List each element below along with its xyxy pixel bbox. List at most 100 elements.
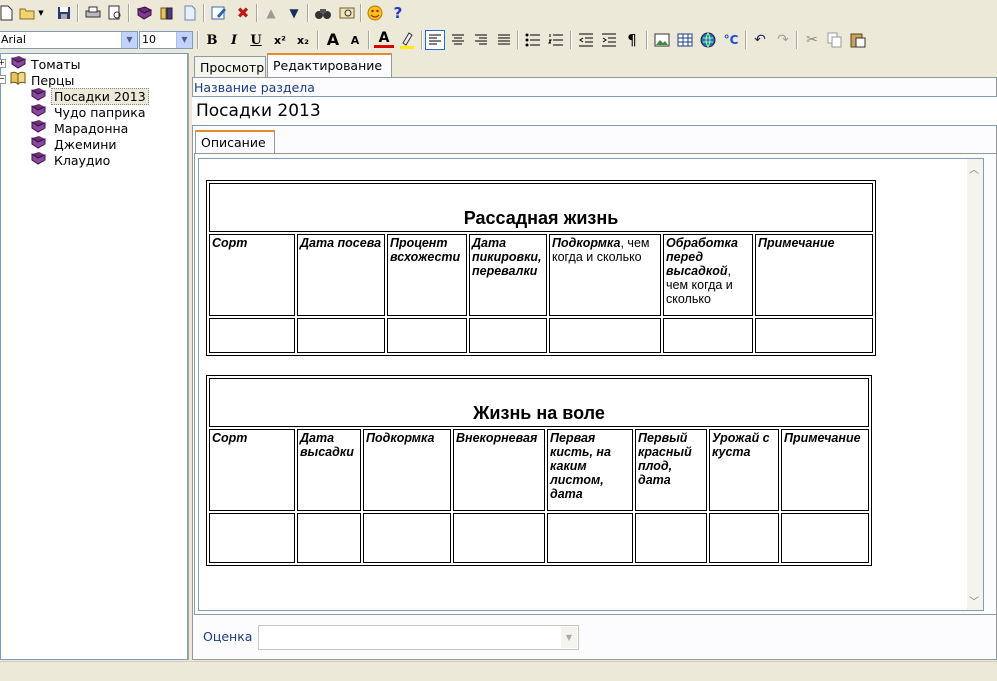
tree-item-posadki-2013[interactable]: Посадки 2013 <box>29 87 149 105</box>
book-icon[interactable] <box>134 3 154 23</box>
copy-icon[interactable] <box>825 30 845 50</box>
grow-font-button[interactable]: A <box>323 30 343 50</box>
rating-combo[interactable]: ▼ <box>258 625 579 650</box>
bullet-list-icon[interactable] <box>523 30 543 50</box>
align-right-icon[interactable] <box>471 30 491 50</box>
tree-item-klaudio[interactable]: Клаудио <box>29 151 110 168</box>
help-icon[interactable]: ? <box>388 3 408 23</box>
header-text: Сорт <box>212 431 248 445</box>
scroll-down-icon[interactable]: ﹀ <box>969 593 979 608</box>
cut-icon[interactable]: ✂ <box>802 30 822 50</box>
rich-text-editor[interactable]: ︿ ﹀ Рассадная жизнь Сорт Дата посева Про… <box>198 158 984 611</box>
align-justify-icon[interactable] <box>494 30 514 50</box>
tab-edit[interactable]: Редактирование <box>267 53 392 78</box>
table-zhizn-na-vole[interactable]: Жизнь на воле Сорт Дата высадки Подкормк… <box>206 375 872 566</box>
table-rassadnaya-zhizn[interactable]: Рассадная жизнь Сорт Дата посева Процент… <box>206 180 876 356</box>
open-folder-icon[interactable] <box>18 3 38 23</box>
toolbar-separator <box>421 31 423 49</box>
chevron-down-icon[interactable]: ▼ <box>121 32 137 48</box>
table-cell[interactable] <box>297 318 385 353</box>
superscript-button[interactable]: x² <box>270 30 290 50</box>
italic-button[interactable]: I <box>224 30 244 50</box>
table-cell[interactable] <box>547 513 633 563</box>
print-preview-icon[interactable] <box>105 3 125 23</box>
insert-image-icon[interactable] <box>652 30 672 50</box>
header-text: Первая кисть, на каким листом, дата <box>550 431 611 501</box>
bold-button[interactable]: B <box>202 30 222 50</box>
tree-expander[interactable]: − <box>0 75 6 84</box>
table-cell[interactable] <box>635 513 707 563</box>
table-cell[interactable] <box>469 318 547 353</box>
table-cell[interactable] <box>363 513 451 563</box>
tree-item-dzhemini[interactable]: Джемини <box>29 135 117 152</box>
binoculars-icon[interactable] <box>313 3 333 23</box>
toolbar-separator <box>307 4 309 22</box>
move-down-icon[interactable]: ▼ <box>284 3 304 23</box>
table-cell[interactable] <box>209 513 295 563</box>
tab-description[interactable]: Описание <box>195 130 275 154</box>
print-icon[interactable] <box>83 3 103 23</box>
table-header-cell: Первый красный плод, дата <box>635 429 707 511</box>
insert-table-icon[interactable] <box>675 30 695 50</box>
books-icon[interactable] <box>157 3 177 23</box>
status-bar <box>0 661 997 681</box>
font-name-combo[interactable]: Arial ▼ <box>0 31 138 49</box>
header-text: Внекорневая <box>456 431 538 445</box>
highlight-icon[interactable] <box>397 30 417 50</box>
indent-icon[interactable] <box>599 30 619 50</box>
shrink-font-button[interactable]: A <box>345 30 365 50</box>
table-cell[interactable] <box>663 318 753 353</box>
chevron-down-icon[interactable]: ▼ <box>176 32 192 48</box>
numbered-list-icon[interactable] <box>546 30 566 50</box>
image-search-icon[interactable] <box>337 3 357 23</box>
tree-item-chudo-paprika[interactable]: Чудо паприка <box>29 103 146 120</box>
save-icon[interactable] <box>54 3 74 23</box>
move-up-icon[interactable]: ▲ <box>261 3 281 23</box>
tree-item-maradonna[interactable]: Марадонна <box>29 119 128 136</box>
text-color-button[interactable]: A <box>374 30 394 48</box>
table-cell[interactable] <box>549 318 661 353</box>
celsius-icon[interactable]: °C <box>721 30 741 50</box>
chevron-down-icon[interactable]: ▼ <box>561 627 577 648</box>
table-header-cell: Внекорневая <box>453 429 545 511</box>
globe-link-icon[interactable] <box>698 30 718 50</box>
tree-item-peppers[interactable]: Перцы <box>9 71 74 88</box>
outdent-icon[interactable] <box>576 30 596 50</box>
toolbar-separator <box>646 31 648 49</box>
section-name-input[interactable]: Посадки 2013 <box>192 96 997 126</box>
paste-icon[interactable] <box>848 30 868 50</box>
table-cell[interactable] <box>209 318 295 353</box>
table-cell[interactable] <box>755 318 873 353</box>
vertical-scrollbar[interactable]: ︿ ﹀ <box>967 159 983 610</box>
chevron-down-icon[interactable]: ▼ <box>36 3 46 23</box>
align-left-icon[interactable] <box>425 30 445 50</box>
scroll-up-icon[interactable]: ︿ <box>969 161 979 176</box>
edit-pencil-icon[interactable] <box>209 3 229 23</box>
font-size-combo[interactable]: 10 ▼ <box>139 31 193 49</box>
tree-item-label: Чудо паприка <box>53 105 146 120</box>
pilcrow-icon[interactable]: ¶ <box>622 30 642 50</box>
tab-view[interactable]: Просмотр <box>194 56 266 78</box>
smiley-mask-icon[interactable] <box>365 3 385 23</box>
table-cell[interactable] <box>709 513 779 563</box>
delete-x-icon[interactable]: ✖ <box>233 3 253 23</box>
tree-item-label: Томаты <box>30 57 81 72</box>
page-icon[interactable] <box>180 3 200 23</box>
table-header-cell: Сорт <box>209 234 295 316</box>
redo-icon[interactable]: ↷ <box>773 30 793 50</box>
table-cell[interactable] <box>297 513 361 563</box>
toolbar-separator <box>197 31 199 49</box>
toolbar-separator <box>203 4 205 22</box>
subscript-button[interactable]: x₂ <box>293 30 313 50</box>
section-name-label: Название раздела <box>194 80 315 95</box>
table-cell[interactable] <box>387 318 467 353</box>
table-cell[interactable] <box>781 513 869 563</box>
undo-icon[interactable]: ↶ <box>750 30 770 50</box>
tree-item-tomatoes[interactable]: Томаты <box>9 55 81 72</box>
tree-expander[interactable]: + <box>0 59 6 68</box>
toolbar-separator <box>745 31 747 49</box>
underline-button[interactable]: U <box>246 30 266 50</box>
table-cell[interactable] <box>453 513 545 563</box>
new-document-icon[interactable] <box>0 3 16 23</box>
align-center-icon[interactable] <box>448 30 468 50</box>
